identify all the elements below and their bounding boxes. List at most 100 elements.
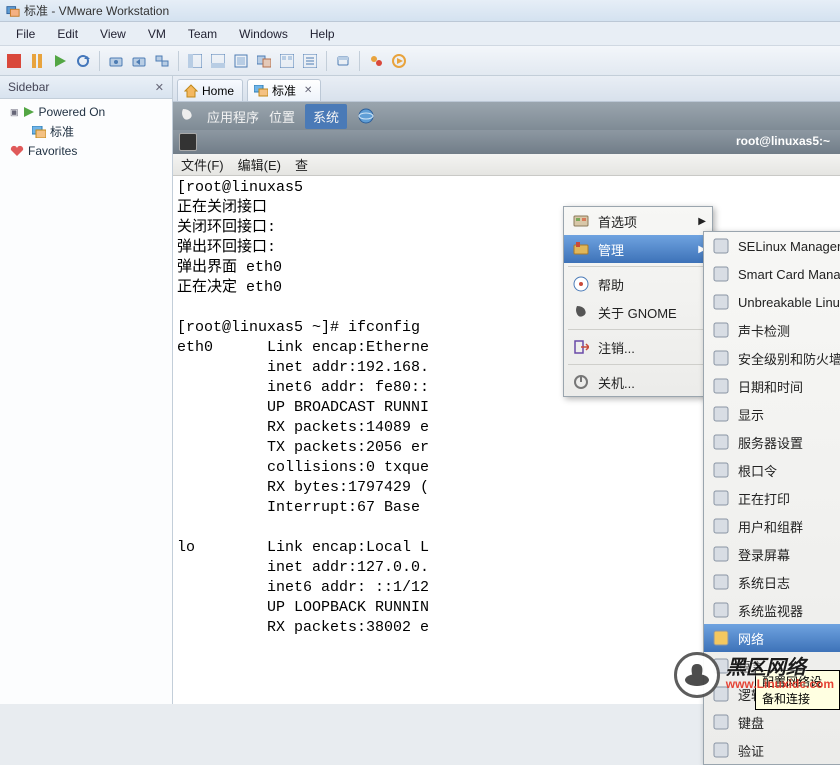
term-menu-file[interactable]: 文件(F): [181, 155, 224, 174]
tree-label-powered: Powered On: [39, 105, 106, 119]
admin-item-0[interactable]: SELinux Management: [704, 232, 840, 260]
console-view-button[interactable]: [277, 51, 297, 71]
panel-places[interactable]: 位置: [269, 107, 295, 126]
fullscreen-button[interactable]: [231, 51, 251, 71]
capture-input-button[interactable]: [333, 51, 353, 71]
watermark-url: www.Linuxidc.com: [726, 677, 834, 691]
admin-item-label: 系统日志: [738, 573, 790, 592]
menu-team[interactable]: Team: [178, 24, 227, 44]
menu-vm[interactable]: VM: [138, 24, 176, 44]
admin-item-icon: [712, 545, 730, 563]
tab-home[interactable]: Home: [177, 79, 243, 101]
menu-view[interactable]: View: [90, 24, 136, 44]
pause-button[interactable]: [27, 51, 47, 71]
admin-item-2[interactable]: Unbreakable Linux Network Configuration: [704, 288, 840, 316]
summary-view-button[interactable]: [300, 51, 320, 71]
admin-item-icon: [712, 573, 730, 591]
heart-icon: [10, 145, 24, 157]
menu-help[interactable]: Help: [300, 24, 345, 44]
admin-item-12[interactable]: 系统日志: [704, 568, 840, 596]
sidebar-toggle-button[interactable]: [185, 51, 205, 71]
admin-item-10[interactable]: 用户和组群: [704, 512, 840, 540]
sidebar-close-icon[interactable]: ✕: [155, 81, 164, 94]
admin-item-icon: [712, 741, 730, 759]
admin-item-label: Unbreakable Linux Network Configuration: [738, 295, 840, 310]
admin-item-6[interactable]: 显示: [704, 400, 840, 428]
tab-strip: Home 标准 ✕: [173, 76, 840, 102]
menu-windows[interactable]: Windows: [229, 24, 298, 44]
admin-item-icon: [712, 629, 730, 647]
menu-edit[interactable]: Edit: [47, 24, 88, 44]
manage-snapshots-button[interactable]: [152, 51, 172, 71]
menu-help[interactable]: 帮助: [564, 270, 712, 298]
sidebar-title: Sidebar: [8, 80, 49, 94]
play-button[interactable]: [50, 51, 70, 71]
team-button[interactable]: [366, 51, 386, 71]
terminal-icon[interactable]: [179, 133, 197, 151]
admin-item-17[interactable]: 键盘: [704, 708, 840, 736]
collapse-icon: ▣: [10, 107, 19, 118]
admin-item-13[interactable]: 系统监视器: [704, 596, 840, 624]
submenu-arrow-icon: ▶: [698, 216, 706, 227]
admin-item-1[interactable]: Smart Card Manager: [704, 260, 840, 288]
revert-button[interactable]: [129, 51, 149, 71]
tree-vm-item[interactable]: 标准: [4, 121, 168, 142]
tree-powered-on[interactable]: ▣ Powered On: [4, 103, 168, 121]
admin-item-label: 登录屏幕: [738, 545, 790, 564]
admin-item-icon: [712, 601, 730, 619]
panel-apps[interactable]: 应用程序: [207, 107, 259, 126]
panel-system[interactable]: 系统: [305, 104, 347, 129]
admin-item-3[interactable]: 声卡检测: [704, 316, 840, 344]
unity-button[interactable]: [254, 51, 274, 71]
gnome-panel: 应用程序 位置 系统: [173, 102, 840, 130]
admin-item-label: 验证: [738, 741, 764, 760]
browser-icon[interactable]: [357, 107, 375, 125]
reset-button[interactable]: [73, 51, 93, 71]
admin-item-icon: [712, 405, 730, 423]
quickswitch-button[interactable]: [208, 51, 228, 71]
menu-admin[interactable]: 管理 ▶: [564, 235, 712, 263]
sidebar-tree: ▣ Powered On 标准 Favorites: [0, 99, 172, 164]
menu-shutdown[interactable]: 关机...: [564, 368, 712, 396]
tab-close-icon[interactable]: ✕: [304, 85, 312, 96]
menu-about-gnome[interactable]: 关于 GNOME: [564, 298, 712, 326]
window-title: 标准 - VMware Workstation: [24, 2, 169, 19]
tab-vm[interactable]: 标准 ✕: [247, 79, 321, 101]
term-menu-view[interactable]: 查: [295, 155, 308, 174]
admin-item-label: 声卡检测: [738, 321, 790, 340]
admin-item-11[interactable]: 登录屏幕: [704, 540, 840, 568]
tree-favorites[interactable]: Favorites: [4, 142, 168, 160]
admin-item-9[interactable]: 正在打印: [704, 484, 840, 512]
admin-item-icon: [712, 377, 730, 395]
stop-button[interactable]: [4, 51, 24, 71]
tab-home-label: Home: [202, 84, 234, 98]
menu-preferences[interactable]: 首选项 ▶: [564, 207, 712, 235]
admin-item-4[interactable]: 安全级别和防火墙: [704, 344, 840, 372]
tree-label-vm: 标准: [50, 123, 74, 140]
replay-button[interactable]: [389, 51, 409, 71]
admin-item-icon: [712, 237, 730, 255]
menu-file[interactable]: File: [6, 24, 45, 44]
admin-item-icon: [712, 349, 730, 367]
admin-item-5[interactable]: 日期和时间: [704, 372, 840, 400]
sidebar: Sidebar ✕ ▣ Powered On 标准 Favorites: [0, 76, 173, 704]
term-menu-edit[interactable]: 编辑(E): [238, 155, 281, 174]
watermark-text: 黑区网络: [726, 659, 834, 677]
tree-label-favorites: Favorites: [28, 144, 77, 158]
home-icon: [184, 84, 198, 98]
admin-item-14[interactable]: 网络↖: [704, 624, 840, 652]
window-titlebar: 标准 - VMware Workstation: [0, 0, 840, 22]
admin-icon: [572, 240, 590, 258]
admin-item-label: 日期和时间: [738, 377, 803, 396]
admin-item-7[interactable]: 服务器设置▶: [704, 428, 840, 456]
admin-item-8[interactable]: 根口令: [704, 456, 840, 484]
menu-logout[interactable]: 注销...: [564, 333, 712, 361]
admin-item-label: 用户和组群: [738, 517, 803, 536]
admin-item-label: 系统监视器: [738, 601, 803, 620]
menu-separator: [568, 364, 708, 365]
admin-item-label: 显示: [738, 405, 764, 424]
system-menu: 首选项 ▶ 管理 ▶ 帮助 关于 GNOME 注销...: [563, 206, 713, 397]
admin-item-18[interactable]: 验证: [704, 736, 840, 764]
snapshot-button[interactable]: [106, 51, 126, 71]
admin-item-icon: [712, 517, 730, 535]
